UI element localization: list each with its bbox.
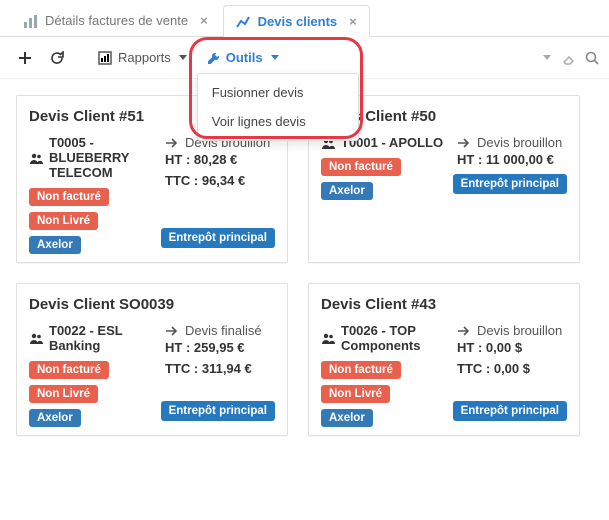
chevron-down-icon[interactable]: [543, 55, 551, 60]
badge: Axelor: [29, 409, 81, 427]
arrow-right-icon: [165, 323, 179, 338]
tools-dropdown-menu: Fusionner devis Voir lignes devis: [197, 73, 359, 141]
badge: Non Livré: [29, 385, 98, 403]
badge: Axelor: [321, 182, 373, 200]
status: Devis brouillon: [457, 135, 567, 150]
close-icon[interactable]: ×: [200, 13, 208, 28]
devis-card[interactable]: Devis Client #43 T0026 - TOP Components No…: [308, 283, 580, 436]
line-chart-icon: [236, 15, 250, 29]
tab-devis-clients[interactable]: Devis clients ×: [223, 5, 370, 37]
totals: HT : 0,00 $TTC : 0,00 $: [457, 338, 567, 380]
tools-label: Outils: [226, 50, 263, 65]
chevron-down-icon: [179, 55, 187, 60]
new-button[interactable]: [10, 45, 40, 71]
status: Devis brouillon: [457, 323, 567, 338]
badges: Non facturé Axelor: [321, 158, 447, 200]
tab-bar: Détails factures de vente × Devis client…: [0, 0, 609, 37]
client-name: T0026 - TOP Components: [321, 323, 447, 353]
client-name: T0005 - BLUEBERRY TELECOM: [29, 135, 155, 180]
users-icon: [321, 323, 335, 353]
users-icon: [29, 135, 43, 180]
chevron-down-icon: [271, 55, 279, 60]
users-icon: [29, 323, 43, 353]
badge: Non facturé: [29, 188, 109, 206]
toolbar: Rapports Outils Fusionner devis Voir lig…: [0, 37, 609, 79]
bar-chart-icon: [23, 14, 37, 28]
tab-label: Détails factures de vente: [45, 13, 188, 28]
tab-label: Devis clients: [258, 14, 338, 29]
warehouse-badge: Entrepôt principal: [453, 174, 567, 194]
card-title: Devis Client SO0039: [29, 296, 275, 313]
tab-invoice-details[interactable]: Détails factures de vente ×: [10, 4, 221, 36]
close-icon[interactable]: ×: [349, 14, 357, 29]
reports-label: Rapports: [118, 50, 171, 65]
badge: Non Livré: [29, 212, 98, 230]
eraser-icon[interactable]: [561, 51, 575, 65]
reports-dropdown[interactable]: Rapports: [90, 44, 195, 71]
refresh-button[interactable]: [42, 45, 72, 71]
status: Devis finalisé: [165, 323, 275, 338]
tools-dropdown-button[interactable]: Outils: [197, 43, 288, 72]
wrench-icon: [206, 51, 220, 65]
refresh-icon: [50, 51, 64, 65]
arrow-right-icon: [457, 135, 471, 150]
card-title: Devis Client #43: [321, 296, 567, 313]
search-icon[interactable]: [585, 51, 599, 65]
totals: HT : 80,28 €TTC : 96,34 €: [165, 150, 275, 192]
warehouse-badge: Entrepôt principal: [453, 401, 567, 421]
warehouse-badge: Entrepôt principal: [161, 401, 275, 421]
badges: Non facturé Non Livré Axelor: [29, 188, 155, 254]
arrow-right-icon: [457, 323, 471, 338]
client-name: T0022 - ESL Banking: [29, 323, 155, 353]
badges: Non facturé Non Livré Axelor: [29, 361, 155, 427]
badge: Axelor: [321, 409, 373, 427]
devis-card[interactable]: Devis Client SO0039 T0022 - ESL Banking No…: [16, 283, 288, 436]
badge: Non Livré: [321, 385, 390, 403]
toolbar-right: [541, 51, 599, 65]
arrow-right-icon: [165, 135, 179, 150]
badge: Non facturé: [29, 361, 109, 379]
badge: Non facturé: [321, 158, 401, 176]
badge: Non facturé: [321, 361, 401, 379]
tools-menu-view-lines[interactable]: Voir lignes devis: [198, 107, 358, 136]
badge: Axelor: [29, 236, 81, 254]
warehouse-badge: Entrepôt principal: [161, 228, 275, 248]
totals: HT : 259,95 €TTC : 311,94 €: [165, 338, 275, 380]
reports-icon: [98, 51, 112, 65]
badges: Non facturé Non Livré Axelor: [321, 361, 447, 427]
tools-menu-merge[interactable]: Fusionner devis: [198, 78, 358, 107]
plus-icon: [18, 51, 32, 65]
